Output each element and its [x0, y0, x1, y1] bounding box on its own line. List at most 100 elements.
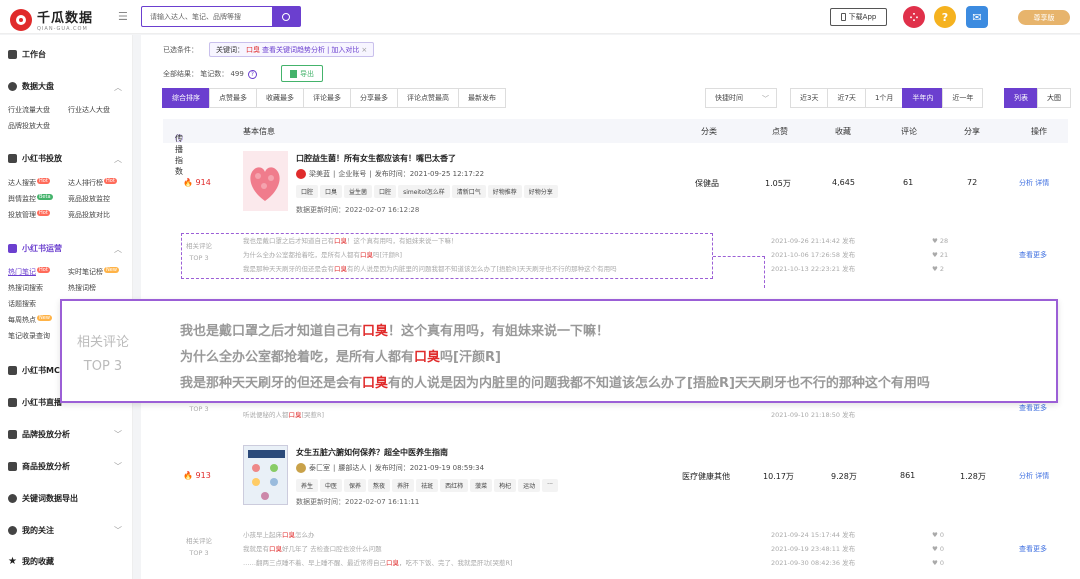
filter-chip[interactable]: 关键词： 口臭 查看关键词趋势分析 | 加入对比 ×: [209, 42, 375, 57]
sidebar-item-kol-rank[interactable]: 达人排行榜 Hot: [68, 178, 117, 188]
chevron-up-icon[interactable]: ︿: [114, 82, 122, 93]
chevron-up-icon[interactable]: ︿: [114, 154, 122, 165]
comments-cell: 61: [903, 178, 914, 187]
avatar: [296, 463, 306, 473]
sort-comments[interactable]: 评论最多: [303, 88, 351, 108]
sidebar-section-product-analysis[interactable]: 商品投放分析: [8, 461, 70, 472]
comments-label: 相关评论 TOP 3: [186, 537, 212, 557]
range-1m[interactable]: 1个月: [864, 88, 904, 108]
chevron-down-icon[interactable]: ﹀: [114, 525, 122, 536]
launch-icon: [8, 154, 17, 163]
header-favorites[interactable]: 收藏: [835, 126, 851, 137]
header-category: 分类: [701, 127, 717, 136]
view-grid[interactable]: 大图: [1037, 88, 1071, 108]
favorites-cell: 4,645: [832, 178, 855, 187]
sidebar-item-topic-search[interactable]: 话题搜索: [8, 299, 36, 309]
sidebar-item-hot-search[interactable]: 热搜词搜索: [8, 283, 43, 293]
collapse-menu-icon[interactable]: ☰: [118, 10, 128, 23]
sidebar-section-live[interactable]: 小红书直播: [8, 397, 62, 408]
view-list[interactable]: 列表: [1004, 88, 1038, 108]
sidebar-section-ops[interactable]: 小红书运营: [8, 243, 62, 254]
header-actions: 操作: [1031, 127, 1047, 136]
chevron-up-icon[interactable]: ︿: [114, 244, 122, 255]
quick-time-select[interactable]: 快捷时间 ﹀: [705, 88, 777, 108]
range-6m[interactable]: 半年内: [902, 88, 944, 108]
post-thumbnail[interactable]: [243, 445, 288, 505]
sidebar-item-kol-search[interactable]: 达人搜索 Hot: [8, 178, 50, 188]
see-more-link[interactable]: 查看更多: [1019, 544, 1047, 554]
export-button[interactable]: 导出: [281, 65, 323, 82]
post-author[interactable]: 梁美蓝 | 企业账号 | 发布时间：2021-09-25 12:17:22: [296, 169, 484, 179]
spread-index: 🔥 914: [183, 178, 211, 187]
sort-shares[interactable]: 分享最多: [350, 88, 398, 108]
comment-likes: ♥ 28: [932, 237, 949, 245]
add-compare-link[interactable]: 加入对比: [331, 45, 359, 55]
spread-index: 🔥 913: [183, 471, 211, 480]
sidebar-item-realtime-rank[interactable]: 实时笔记榜 New: [68, 267, 119, 277]
sidebar-item-hot-search-rank[interactable]: 热搜词榜: [68, 283, 96, 293]
trend-analysis-link[interactable]: 查看关键词趋势分析: [262, 45, 325, 55]
sidebar-item-industry-kol[interactable]: 行业达人大盘: [68, 105, 110, 115]
sort-likes[interactable]: 点赞最多: [209, 88, 257, 108]
post-title[interactable]: 口腔益生菌！所有女生都应该有！嘴巴太香了: [296, 153, 456, 164]
header-comments[interactable]: 评论: [901, 126, 917, 137]
analyze-link[interactable]: 分析: [1019, 179, 1033, 187]
comment-line: 我就是有口臭好几年了 去检查口腔也没什么问题: [243, 545, 382, 553]
sidebar-section-data[interactable]: 数据大盘: [8, 81, 54, 92]
sidebar-item-competitor-compare[interactable]: 竞品投放对比: [68, 210, 110, 220]
sidebar-item-hot-notes[interactable]: 热门笔记 Hot: [8, 267, 50, 277]
chevron-down-icon[interactable]: ﹀: [114, 429, 122, 440]
range-3d[interactable]: 近3天: [790, 88, 829, 108]
sidebar-section-keyword-export[interactable]: 关键词数据导出: [8, 493, 78, 504]
vip-badge[interactable]: 尊享版: [1018, 10, 1070, 25]
detail-link[interactable]: 详情: [1035, 179, 1049, 187]
sidebar-section-brand-analysis[interactable]: 品牌投放分析: [8, 429, 70, 440]
sidebar-item-brand-launch[interactable]: 品牌投放大盘: [8, 121, 50, 131]
sidebar-item-note-index[interactable]: 笔记收录查询: [8, 331, 50, 341]
comment-likes: ♥ 21: [932, 251, 949, 259]
sidebar-item-competitor-monitor[interactable]: 竞品投放监控: [68, 194, 110, 204]
comment-likes: ♥ 0: [932, 531, 945, 539]
sort-latest[interactable]: 最新发布: [458, 88, 506, 108]
help-icon[interactable]: ?: [934, 6, 956, 28]
sort-favorites[interactable]: 收藏最多: [256, 88, 304, 108]
grid-icon: [8, 50, 17, 59]
search-box[interactable]: 请输入达人、笔记、品牌等搜: [141, 6, 301, 27]
sort-comprehensive[interactable]: 综合排序: [162, 88, 210, 108]
analyze-link[interactable]: 分析: [1019, 472, 1033, 480]
detail-link[interactable]: 详情: [1035, 472, 1049, 480]
sort-comment-likes[interactable]: 评论点赞最高: [397, 88, 459, 108]
range-1y[interactable]: 近一年: [942, 88, 984, 108]
search-button[interactable]: [272, 7, 300, 26]
range-7d[interactable]: 近7天: [827, 88, 866, 108]
search-input[interactable]: 请输入达人、笔记、品牌等搜: [150, 12, 241, 22]
post-author[interactable]: 泰匚室 | 腰部达人 | 发布时间：2021-09-19 08:59:34: [296, 463, 484, 473]
sidebar-section-favorites[interactable]: ★ 我的收藏: [8, 556, 54, 567]
see-more-link[interactable]: 查看更多: [1019, 250, 1047, 260]
chevron-down-icon[interactable]: ﹀: [114, 461, 122, 472]
close-icon[interactable]: ×: [361, 46, 367, 54]
apps-icon[interactable]: ⁘: [903, 6, 925, 28]
category-cell: 医疗健康其他: [682, 472, 730, 481]
sidebar-section-follow[interactable]: 我的关注: [8, 525, 54, 536]
search-icon: [282, 12, 290, 21]
brand-logo[interactable]: 千瓜数据 QIAN-GUA.COM: [10, 7, 93, 32]
post-title[interactable]: 女生五脏六腑如何保养？超全中医养生指南: [296, 447, 448, 458]
sidebar-item-launch-manage[interactable]: 投放管理 Hot: [8, 210, 50, 220]
download-app-button[interactable]: 下载App: [830, 8, 887, 26]
comment-date: 2021-09-24 15:17:44 发布: [771, 531, 856, 539]
sidebar-item-weekly-hot[interactable]: 每周热点 New: [8, 315, 52, 325]
sidebar-section-mcn[interactable]: 小红书MCN: [8, 365, 67, 376]
sidebar-item-sentiment[interactable]: 舆情监控 Beta: [8, 194, 53, 204]
post-thumbnail[interactable]: [243, 151, 288, 211]
shares-cell: 72: [967, 178, 978, 187]
view-toggle: 列表 大图: [1004, 88, 1071, 108]
header-shares[interactable]: 分享: [964, 126, 980, 137]
see-more-link[interactable]: 查看更多: [1019, 403, 1047, 413]
sidebar-item-industry-traffic[interactable]: 行业流量大盘: [8, 105, 50, 115]
sidebar-section-launch[interactable]: 小红书投放: [8, 153, 62, 164]
mcn-icon: [8, 366, 17, 375]
header-likes[interactable]: 点赞: [772, 126, 788, 137]
message-icon[interactable]: ✉: [966, 6, 988, 28]
sidebar-item-workbench[interactable]: 工作台: [8, 49, 46, 60]
